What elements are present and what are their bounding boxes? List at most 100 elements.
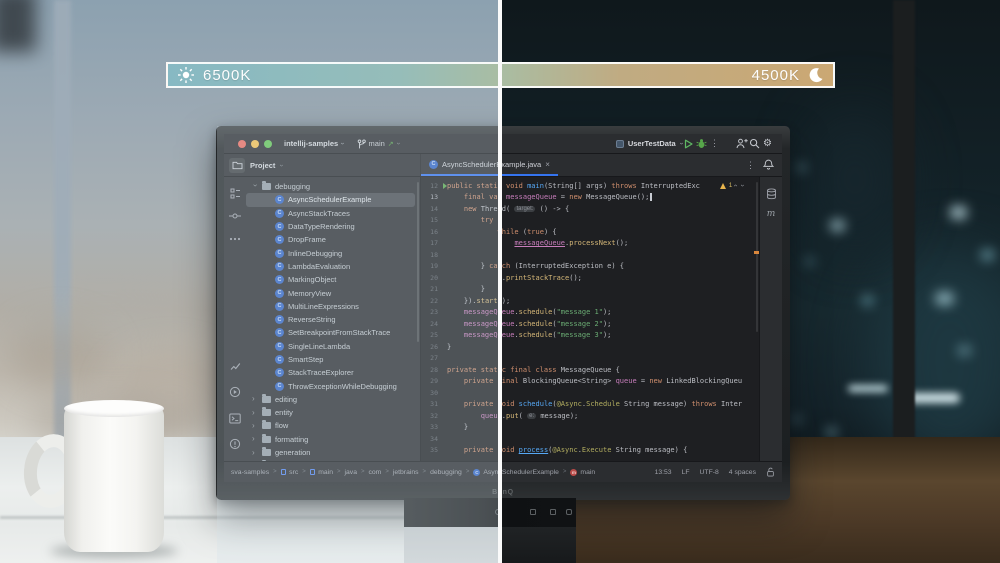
search-everywhere-button[interactable] bbox=[748, 137, 761, 150]
tree-item-lambdaevaluation[interactable]: CLambdaEvaluation bbox=[246, 260, 420, 273]
tree-scrollbar[interactable] bbox=[417, 182, 419, 342]
chevron-icon[interactable]: › bbox=[252, 435, 258, 443]
line-number[interactable]: 25 bbox=[421, 331, 447, 339]
chevron-icon[interactable]: › bbox=[252, 395, 258, 403]
code-editor[interactable]: 12public static void main(String[] args)… bbox=[421, 177, 759, 461]
breadcrumb-asyncschedulerexample[interactable]: CAsyncSchedulerExample bbox=[473, 469, 559, 476]
tree-item-inspections[interactable]: ›inspections bbox=[246, 459, 420, 461]
chevron-icon[interactable]: › bbox=[252, 422, 258, 430]
line-number[interactable]: 17 bbox=[421, 239, 447, 247]
osd-button[interactable] bbox=[550, 509, 556, 515]
breadcrumb-jetbrains[interactable]: jetbrains bbox=[393, 469, 419, 476]
osd-button[interactable] bbox=[566, 509, 572, 515]
run-line-icon[interactable] bbox=[443, 183, 447, 189]
tree-item-stacktraceexplorer[interactable]: CStackTraceExplorer bbox=[246, 366, 420, 379]
tree-item-datatyperendering[interactable]: CDataTypeRendering bbox=[246, 220, 420, 233]
tree-item-markingobject[interactable]: CMarkingObject bbox=[246, 273, 420, 286]
inspections-widget[interactable]: 1›› bbox=[720, 182, 743, 189]
services-tool-button[interactable] bbox=[228, 385, 242, 399]
breadcrumb-debugging[interactable]: debugging bbox=[430, 469, 462, 476]
project-widget[interactable]: intellij-samples › bbox=[284, 139, 344, 148]
chevron-icon[interactable]: › bbox=[252, 409, 258, 417]
tree-item-smartstep[interactable]: CSmartStep bbox=[246, 353, 420, 366]
line-number[interactable]: 18 bbox=[421, 251, 447, 259]
minimize-window-icon[interactable] bbox=[251, 140, 259, 148]
tree-item-dropframe[interactable]: CDropFrame bbox=[246, 233, 420, 246]
chevron-down-icon[interactable]: › bbox=[738, 185, 745, 187]
tree-item-flow[interactable]: ›flow bbox=[246, 419, 420, 432]
bell-icon[interactable] bbox=[763, 159, 774, 171]
tree-item-singlelinelambda[interactable]: CSingleLineLambda bbox=[246, 340, 420, 353]
line-number[interactable]: 31 bbox=[421, 400, 447, 408]
tree-item-formatting[interactable]: ›formatting bbox=[246, 433, 420, 446]
project-panel-header[interactable]: Project › bbox=[224, 154, 421, 176]
line-number[interactable]: 24 bbox=[421, 320, 447, 328]
run-configuration-widget[interactable]: UserTestData › bbox=[616, 139, 682, 148]
commit-tool-button[interactable] bbox=[228, 209, 242, 223]
problems-tool-button[interactable] bbox=[228, 437, 242, 451]
breadcrumb-com[interactable]: com bbox=[368, 469, 381, 476]
vcs-branch-widget[interactable]: main ↗ › bbox=[357, 139, 399, 149]
line-number[interactable]: 16 bbox=[421, 228, 447, 236]
breadcrumb-java[interactable]: java bbox=[345, 469, 357, 476]
close-window-icon[interactable] bbox=[238, 140, 246, 148]
editor-scrollbar[interactable] bbox=[756, 182, 759, 332]
project-tool-window-icon[interactable] bbox=[229, 158, 245, 173]
tree-item-inlinedebugging[interactable]: CInlineDebugging bbox=[246, 246, 420, 259]
line-number[interactable]: 32 bbox=[421, 412, 447, 420]
line-number[interactable]: 20 bbox=[421, 274, 447, 282]
unlock-icon[interactable] bbox=[766, 467, 775, 477]
tree-item-asyncstacktraces[interactable]: CAsyncStackTraces bbox=[246, 207, 420, 220]
line-number[interactable]: 23 bbox=[421, 308, 447, 316]
tree-item-entity[interactable]: ›entity bbox=[246, 406, 420, 419]
line-number[interactable]: 13 bbox=[421, 193, 447, 201]
line-number[interactable]: 33 bbox=[421, 423, 447, 431]
breadcrumb-main[interactable]: main bbox=[310, 469, 333, 476]
line-number[interactable]: 12 bbox=[421, 182, 447, 190]
osd-button[interactable] bbox=[530, 509, 536, 515]
line-number[interactable]: 30 bbox=[421, 389, 447, 397]
tree-item-debugging[interactable]: ›debugging bbox=[246, 180, 420, 193]
structure-tool-button[interactable] bbox=[228, 186, 242, 200]
tree-item-multilineexpressions[interactable]: CMultiLineExpressions bbox=[246, 300, 420, 313]
database-tool-button[interactable] bbox=[764, 187, 778, 201]
status-indent[interactable]: 4 spaces bbox=[729, 469, 756, 476]
maximize-window-icon[interactable] bbox=[264, 140, 272, 148]
line-number[interactable]: 35 bbox=[421, 446, 447, 454]
settings-button[interactable]: ⚙ bbox=[761, 137, 774, 150]
tab-asyncschedulerexample[interactable]: C AsyncSchedulerExample.java × bbox=[421, 154, 558, 176]
status-encoding[interactable]: UTF-8 bbox=[700, 469, 719, 476]
tree-item-editing[interactable]: ›editing bbox=[246, 393, 420, 406]
tree-item-asyncschedulerexample[interactable]: CAsyncSchedulerExample bbox=[246, 193, 415, 206]
tree-item-setbreakpointfromstacktrace[interactable]: CSetBreakpointFromStackTrace bbox=[246, 326, 420, 339]
line-number[interactable]: 14 bbox=[421, 205, 447, 213]
line-number[interactable]: 21 bbox=[421, 285, 447, 293]
profiler-tool-button[interactable] bbox=[228, 359, 242, 373]
kebab-icon[interactable]: ⋮ bbox=[746, 161, 755, 170]
breadcrumb-sva-samples[interactable]: sva-samples bbox=[231, 469, 269, 476]
line-number[interactable]: 28 bbox=[421, 366, 447, 374]
maven-tool-button[interactable]: m bbox=[764, 207, 778, 221]
line-number[interactable]: 29 bbox=[421, 377, 447, 385]
chevron-icon[interactable]: › bbox=[252, 449, 258, 457]
close-tab-icon[interactable]: × bbox=[545, 160, 550, 169]
status-line-ending[interactable]: LF bbox=[682, 469, 690, 476]
code-with-me-button[interactable] bbox=[735, 137, 748, 150]
terminal-tool-button[interactable] bbox=[228, 411, 242, 425]
debug-button[interactable] bbox=[695, 137, 708, 150]
line-number[interactable]: 19 bbox=[421, 262, 447, 270]
breadcrumb-main[interactable]: mmain bbox=[570, 469, 595, 476]
more-toolwindows-button[interactable] bbox=[228, 232, 242, 246]
line-number[interactable]: 15 bbox=[421, 216, 447, 224]
line-number[interactable]: 22 bbox=[421, 297, 447, 305]
tree-item-generation[interactable]: ›generation bbox=[246, 446, 420, 459]
line-number[interactable]: 26 bbox=[421, 343, 447, 351]
chevron-icon[interactable]: › bbox=[251, 184, 259, 190]
more-actions-button[interactable]: ⋮ bbox=[708, 137, 721, 150]
breadcrumb-src[interactable]: src bbox=[281, 469, 299, 476]
tree-item-throwexceptionwhiledebugging[interactable]: CThrowExceptionWhileDebugging bbox=[246, 379, 420, 392]
tree-item-reversestring[interactable]: CReverseString bbox=[246, 313, 420, 326]
line-number[interactable]: 34 bbox=[421, 435, 447, 443]
line-number[interactable]: 27 bbox=[421, 354, 447, 362]
tree-item-memoryview[interactable]: CMemoryView bbox=[246, 286, 420, 299]
